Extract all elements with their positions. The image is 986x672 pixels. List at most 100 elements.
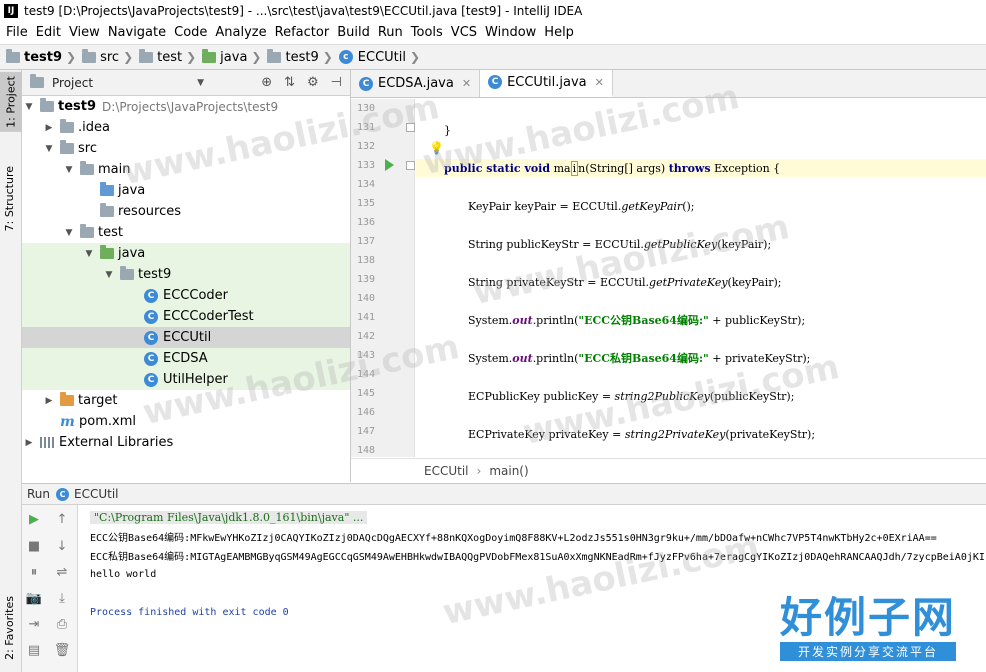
tree-item-ecdsa[interactable]: C ECDSA: [22, 348, 350, 369]
menu-analyze[interactable]: Analyze: [211, 22, 270, 44]
project-view-selector[interactable]: Project: [52, 76, 93, 90]
tree-item-label: target: [78, 393, 118, 408]
class-icon: C: [488, 75, 503, 89]
pause-icon[interactable]: ⏸: [26, 564, 42, 580]
menu-navigate[interactable]: Navigate: [104, 22, 170, 44]
tree-item-eccutil[interactable]: C ECCUtil: [22, 327, 350, 348]
crumb-test[interactable]: test ❯: [139, 48, 202, 65]
expand-arrow-icon[interactable]: ▼: [84, 249, 94, 259]
editor-crumb-class[interactable]: ECCUtil: [424, 464, 469, 478]
scroll-down-icon[interactable]: ↓: [54, 538, 70, 554]
tree-item-main-java[interactable]: java: [22, 180, 350, 201]
code-token: n: [578, 161, 586, 175]
expand-arrow-icon[interactable]: ▼: [44, 144, 54, 154]
tree-item-test9-root[interactable]: ▼ test9 D:\Projects\JavaProjects\test9: [22, 96, 350, 117]
menu-vcs[interactable]: VCS: [447, 22, 481, 44]
tool-tab-favorites[interactable]: 2: Favorites: [3, 596, 16, 660]
run-config-tab[interactable]: ECCUtil: [74, 487, 119, 501]
fold-marker-icon[interactable]: [406, 123, 415, 132]
tree-item-utilhelper[interactable]: C UtilHelper: [22, 369, 350, 390]
close-icon[interactable]: ✕: [462, 77, 471, 90]
code-area[interactable]: } public static void ma i n (String[] args)…: [416, 99, 986, 457]
menu-view[interactable]: View: [65, 22, 104, 44]
menu-window[interactable]: Window: [481, 22, 540, 44]
tree-item-ecccoder[interactable]: C ECCCoder: [22, 285, 350, 306]
collapse-arrow-icon[interactable]: ▶: [44, 396, 54, 406]
tree-item-resources[interactable]: resources: [22, 201, 350, 222]
expand-arrow-icon[interactable]: ▼: [24, 102, 34, 112]
print-icon[interactable]: ⎙: [54, 616, 70, 632]
class-icon: C: [144, 330, 158, 345]
menu-tools[interactable]: Tools: [407, 22, 447, 44]
tool-tab-structure[interactable]: 7: Structure: [3, 166, 16, 231]
locate-icon[interactable]: ⊕: [261, 75, 272, 90]
exit-icon[interactable]: ⇥: [26, 616, 42, 632]
console-line: ECC公钥Base64编码:MFkwEwYHKoZIzj0CAQYIKoZIzj…: [90, 532, 937, 544]
run-gutter-icon[interactable]: [385, 159, 394, 171]
crumb-package[interactable]: test9 ❯: [267, 48, 338, 65]
menu-file[interactable]: File: [2, 22, 32, 44]
scroll-to-end-icon[interactable]: ⤓: [54, 590, 70, 606]
class-icon: C: [144, 288, 158, 303]
layout-icon[interactable]: ▤: [26, 642, 42, 658]
crumb-class[interactable]: c ECCUtil ❯: [338, 50, 426, 65]
tree-item-label: java: [118, 183, 146, 198]
expand-arrow-icon[interactable]: ▼: [64, 165, 74, 175]
tree-item-package-test9[interactable]: ▼ test9: [22, 264, 350, 285]
crumb-project[interactable]: test9 ❯: [6, 48, 82, 65]
console-line: Process finished with exit code 0: [90, 606, 289, 618]
hide-icon[interactable]: ⊣: [331, 75, 342, 90]
gear-icon[interactable]: ⚙: [307, 75, 319, 90]
expand-arrow-icon[interactable]: ▼: [104, 270, 114, 280]
menu-build[interactable]: Build: [333, 22, 374, 44]
tree-item-ecccodertest[interactable]: C ECCCoderTest: [22, 306, 350, 327]
scroll-up-icon[interactable]: ↑: [54, 511, 70, 527]
soft-wrap-icon[interactable]: ⇌: [54, 564, 70, 580]
console-line: hello world: [90, 568, 157, 580]
tab-ecdsa[interactable]: C ECDSA.java ✕: [351, 70, 481, 97]
tree-item-test[interactable]: ▼ test: [22, 222, 350, 243]
folder-icon: [60, 140, 74, 154]
code-token: + privateKeyStr);: [708, 351, 811, 365]
tree-item-test-java[interactable]: ▼ java: [22, 243, 350, 264]
tree-item-main[interactable]: ▼ main: [22, 159, 350, 180]
menu-help[interactable]: Help: [540, 22, 578, 44]
tab-eccutil[interactable]: C ECCUtil.java ✕: [480, 70, 613, 97]
tree-item-label: test9: [58, 99, 97, 114]
expand-arrow-icon[interactable]: ▼: [64, 228, 74, 238]
console-command[interactable]: "C:\Program Files\Java\jdk1.8.0_161\bin\…: [90, 510, 368, 524]
menu-run[interactable]: Run: [374, 22, 407, 44]
console-output[interactable]: "C:\Program Files\Java\jdk1.8.0_161\bin\…: [84, 505, 986, 672]
line-number: 139: [356, 274, 375, 285]
close-icon[interactable]: ✕: [595, 76, 604, 89]
code-token: getKeyPair: [621, 199, 683, 213]
collapse-all-icon[interactable]: ⇅: [284, 75, 295, 90]
editor-crumb-method[interactable]: main(): [489, 464, 528, 478]
menu-edit[interactable]: Edit: [32, 22, 65, 44]
crumb-label: src: [100, 49, 120, 65]
menu-refactor[interactable]: Refactor: [271, 22, 334, 44]
code-line-145: ECPublicKey publicKey = string2PublicKey…: [468, 387, 986, 405]
tree-item-target[interactable]: ▶ target: [22, 390, 350, 411]
tool-tab-project[interactable]: 1: Project: [0, 72, 22, 132]
stop-icon[interactable]: ■: [26, 538, 42, 554]
collapse-arrow-icon[interactable]: ▶: [24, 438, 34, 448]
source-folder-icon: [100, 182, 114, 196]
left-tool-strip: 1: Project 7: Structure 2: Favorites: [0, 70, 22, 672]
collapse-arrow-icon[interactable]: ▶: [44, 123, 54, 133]
dump-threads-icon[interactable]: 📷: [26, 590, 42, 606]
tree-item-src[interactable]: ▼ src: [22, 138, 350, 159]
line-number: 137: [356, 236, 375, 247]
tree-item-idea[interactable]: ▶ .idea: [22, 117, 350, 138]
chevron-right-icon: ❯: [322, 50, 333, 64]
tree-item-external-libraries[interactable]: ▶ External Libraries: [22, 432, 350, 453]
fold-marker-icon[interactable]: [406, 161, 415, 170]
rerun-icon[interactable]: ▶: [26, 511, 42, 527]
clear-all-icon[interactable]: 🗑: [54, 642, 71, 658]
menu-code[interactable]: Code: [170, 22, 211, 44]
chevron-down-icon[interactable]: ▼: [197, 78, 204, 88]
crumb-java[interactable]: java ❯: [202, 48, 267, 65]
tree-item-label: ECCCoderTest: [163, 309, 254, 324]
tree-item-pom[interactable]: m pom.xml: [22, 411, 350, 432]
crumb-src[interactable]: src ❯: [82, 48, 139, 65]
